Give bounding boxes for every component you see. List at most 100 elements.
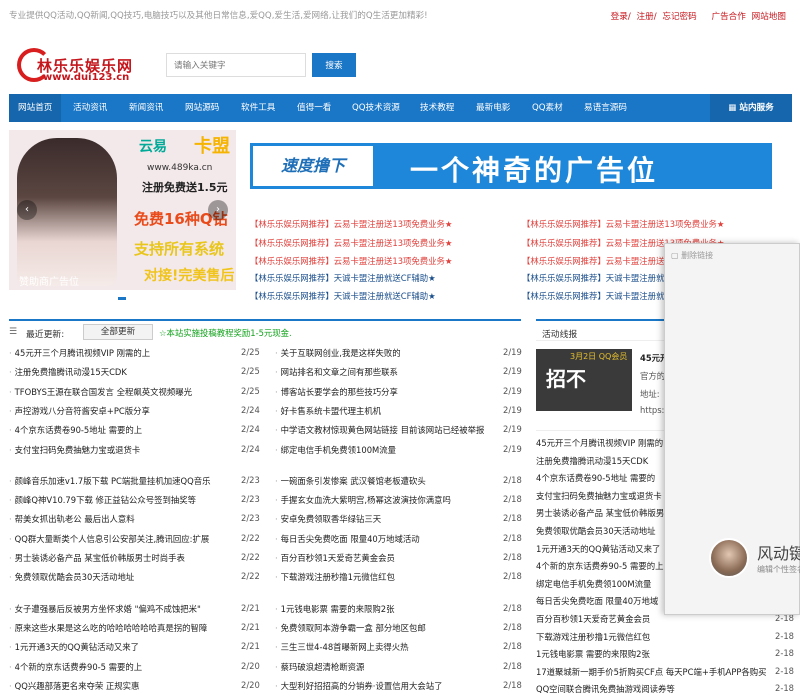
list-item[interactable]: · 绑定电信手机免费领100M流量 xyxy=(275,444,396,456)
list-item-title[interactable]: 大型利好招招高的分销券·设置信用大会站了 xyxy=(281,681,443,691)
side-list-item[interactable]: 45元开三个月腾讯视频VIP 刚需的 xyxy=(536,437,663,449)
nav-item-news[interactable]: 新闻资讯 xyxy=(129,94,163,122)
list-item-title[interactable]: 1元钱电影票 需要的来限购2张 xyxy=(281,604,395,614)
list-item-title[interactable]: 45元开三个月腾讯视频VIP 刚需的上 xyxy=(15,348,150,358)
list-item-title[interactable]: 绑定电信手机免费领100M流量 xyxy=(281,445,396,455)
list-item[interactable]: · 原来这些水果是这么吃的哈哈哈哈哈哈真是拐的智障 xyxy=(9,622,207,634)
promo-link[interactable]: 【林乐乐娱乐网推荐】天诚卡盟注册就送CF辅助★ xyxy=(250,290,436,302)
nav-item-activities[interactable]: 活动资讯 xyxy=(73,94,107,122)
list-item[interactable]: · 关于互联网创业,我是这样失败的 xyxy=(275,347,401,359)
list-item-title[interactable]: 女子遭强暴后反被男方坐怀求婚 "偏鸡不成蚀把米" xyxy=(15,604,201,614)
promo-link[interactable]: 【林乐乐娱乐网推荐】云易卡盟注册送13项免费业务★ xyxy=(250,255,452,267)
list-item-title[interactable]: 一碗面条引发惨案 武汉餐馆老板遭砍头 xyxy=(281,476,426,486)
side-list-item[interactable]: 免费领取优酷会员30天活动地址 xyxy=(536,525,656,537)
side-list-item[interactable]: 4个新的京东话费券90-5 需要的上 xyxy=(536,560,664,572)
list-item[interactable]: · 每日舌尖免费吃面 限量40万地域活动 xyxy=(275,533,420,545)
list-item[interactable]: · 4个京东话费卷90-5地址 需要的上 xyxy=(9,424,142,436)
nav-item-qq-material[interactable]: QQ素材 xyxy=(532,94,563,122)
list-item[interactable]: · 颜峰音乐加速v1.7版下载 PC端批量挂机加速QQ音乐 xyxy=(9,475,210,487)
slider-next-icon[interactable]: › xyxy=(208,200,228,220)
promo-link[interactable]: 【林乐乐娱乐网推荐】云易卡盟注册送13项免费业务★ xyxy=(250,218,452,230)
nav-item-worth[interactable]: 值得一看 xyxy=(297,94,331,122)
nav-item-home[interactable]: 网站首页 xyxy=(9,94,62,122)
list-item-title[interactable]: 蔡玛破浪超清枪断资源 xyxy=(281,662,365,672)
list-item[interactable]: · QQ兴趣部落更名来夺荣 正规实惠 xyxy=(9,680,139,692)
list-item[interactable]: · 三生三世4-48首曝新网上卖得火热 xyxy=(275,641,409,653)
list-item[interactable]: · 45元开三个月腾讯视频VIP 刚需的上 xyxy=(9,347,150,359)
list-item[interactable]: · 大型利好招招高的分销券·设置信用大会站了 xyxy=(275,680,442,692)
list-item-title[interactable]: 支付宝扫码免费抽魅力宝或退货卡 xyxy=(15,445,141,455)
list-item-title[interactable]: 帮美女抓出轨老公 最后出人意料 xyxy=(15,514,135,524)
list-item-title[interactable]: 中学语文教材惊现黄色网站链接 目前该网站已经被举报 xyxy=(281,425,485,435)
list-item-title[interactable]: 百分百秒领1天爱奇艺黄金会员 xyxy=(281,553,395,563)
nav-item-source[interactable]: 网站源码 xyxy=(185,94,219,122)
list-item-title[interactable]: 手握玄女血洗大紫明宫,杨幂这波演技你满意吗 xyxy=(281,495,451,505)
list-item-title[interactable]: 原来这些水果是这么吃的哈哈哈哈哈哈真是拐的智障 xyxy=(15,623,208,633)
list-item-title[interactable]: 好卡售系统卡盟代理主机机 xyxy=(281,406,382,416)
side-list-item[interactable]: 注册免费撸腾讯动漫15天CDK xyxy=(536,455,648,467)
nav-item-tools[interactable]: 软件工具 xyxy=(241,94,275,122)
list-item[interactable]: · 好卡售系统卡盟代理主机机 xyxy=(275,405,381,417)
list-item[interactable]: · 女子遭强暴后反被男方坐怀求婚 "偏鸡不成蚀把米" xyxy=(9,603,201,615)
list-item-title[interactable]: QQ群大量断类个人信息引公安部关注,腾讯回应:扩展 xyxy=(15,534,210,544)
list-item-title[interactable]: 注册免费撸腾讯动漫15天CDK xyxy=(15,367,127,377)
search-button[interactable]: 搜索 xyxy=(312,53,356,77)
list-item-title[interactable]: 4个新的京东话费券90-5 需要的上 xyxy=(15,662,143,672)
list-item[interactable]: · 手握玄女血洗大紫明宫,杨幂这波演技你满意吗 xyxy=(275,494,451,506)
list-item[interactable]: · 支付宝扫码免费抽魅力宝或退货卡 xyxy=(9,444,140,456)
site-service-button[interactable]: ▦ 站内服务 xyxy=(710,94,792,122)
list-item-title[interactable]: 免费领取阿本游争霸一盒 部分地区包邮 xyxy=(281,623,426,633)
forgot-password-link[interactable]: 忘记密码 xyxy=(662,12,696,22)
nav-item-e-source[interactable]: 易语言源码 xyxy=(584,94,627,122)
side-list-item[interactable]: 4个京东话费卷90-5地址 需要的 xyxy=(536,472,655,484)
ad-slider[interactable]: 云易 卡盟 www.489ka.cn 注册免费送1.5元 免费16种Q钻 支持所… xyxy=(9,130,236,290)
side-list-item[interactable]: 下载游戏注册秒撸1元微信红包 xyxy=(536,631,650,643)
list-item[interactable]: · 中学语文教材惊现黄色网站链接 目前该网站已经被举报 xyxy=(275,424,484,436)
side-thumbnail[interactable]: 3月2日 QQ会员 招不 xyxy=(536,349,632,411)
promo-link[interactable]: 【林乐乐娱乐网推荐】天诚卡盟注册就送CF辅助★ xyxy=(250,272,436,284)
list-item[interactable]: · 下载游戏注册秒撸1元微信红包 xyxy=(275,571,395,583)
list-item-title[interactable]: 声控游戏八分音符酱安卓+PC版分享 xyxy=(15,406,150,416)
list-item[interactable]: · 1元钱电影票 需要的来限购2张 xyxy=(275,603,395,615)
list-item-title[interactable]: 网站排名和文章之间有那些联系 xyxy=(281,367,398,377)
list-item[interactable]: · 网站排名和文章之间有那些联系 xyxy=(275,366,398,378)
site-logo[interactable]: 林乐乐娱乐网 www.dui123.cn xyxy=(17,46,147,90)
list-item[interactable]: · 一碗面条引发惨案 武汉餐馆老板遭砍头 xyxy=(275,475,426,487)
side-list-item[interactable]: 男士装诱必备产品 某宝低价韩版男 xyxy=(536,507,664,519)
list-item[interactable]: · TFOBYS王源在联合国发言 全程飙英文视频曝光 xyxy=(9,386,192,398)
list-item[interactable]: · 博客站长要学会的那些技巧分享 xyxy=(275,386,398,398)
list-item-title[interactable]: 每日舌尖免费吃面 限量40万地域活动 xyxy=(281,534,420,544)
ads-link[interactable]: 广告合作 xyxy=(711,12,745,22)
list-item[interactable]: · 免费领取阿本游争霸一盒 部分地区包邮 xyxy=(275,622,426,634)
side-list-item[interactable]: 1元钱电影票 需要的来限购2张 xyxy=(536,648,650,660)
login-link[interactable]: 登录 xyxy=(611,12,628,22)
nav-item-qq-tech[interactable]: QQ技术资源 xyxy=(352,94,400,122)
side-list-item[interactable]: QQ空间联合腾讯免费抽游戏阅读券等 xyxy=(536,683,675,695)
nav-item-movies[interactable]: 最新电影 xyxy=(476,94,510,122)
list-item-title[interactable]: QQ兴趣部落更名来夺荣 正规实惠 xyxy=(15,681,140,691)
register-link[interactable]: 注册 xyxy=(637,12,654,22)
list-item-title[interactable]: 博客站长要学会的那些技巧分享 xyxy=(281,387,398,397)
list-item[interactable]: · 4个新的京东话费券90-5 需要的上 xyxy=(9,661,142,673)
side-list-item[interactable]: 绑定电信手机免费领100M流量 xyxy=(536,578,651,590)
list-item[interactable]: · QQ群大量断类个人信息引公安部关注,腾讯回应:扩展 xyxy=(9,533,209,545)
list-item-title[interactable]: 男士装诱必备产品 某宝低价韩版男士时尚手表 xyxy=(15,553,185,563)
list-item-title[interactable]: 安卓免费领取香华绿钻三天 xyxy=(281,514,382,524)
search-input[interactable] xyxy=(166,53,306,77)
ad-banner[interactable]: 速度撸下 一个神奇的广告位 xyxy=(250,143,772,189)
list-item[interactable]: · 1元开通3天的QQ黄钻活动又来了 xyxy=(9,641,139,653)
list-item[interactable]: · 安卓免费领取香华绿钻三天 xyxy=(275,513,381,525)
list-item[interactable]: · 蔡玛破浪超清枪断资源 xyxy=(275,661,364,673)
list-item[interactable]: · 帮美女抓出轨老公 最后出人意料 xyxy=(9,513,135,525)
delete-link-text[interactable]: ▢ 删除链接 xyxy=(671,250,713,261)
list-item[interactable]: · 颜峰Q神V10.79下载 修正益钻公众号签到抽奖等 xyxy=(9,494,196,506)
side-list-item[interactable]: 17道聚城新一期手价5折购买CF点 每天PC端+手机APP各购买 xyxy=(536,666,767,678)
slider-indicator[interactable] xyxy=(118,297,126,300)
slider-prev-icon[interactable]: ‹ xyxy=(17,200,37,220)
side-list-item[interactable]: 百分百秒领1天爱奇艺黄金会员 xyxy=(536,613,650,625)
promo-link[interactable]: 【林乐乐娱乐网推荐】云易卡盟注册送13项免费业务★ xyxy=(250,237,452,249)
list-item-title[interactable]: 下载游戏注册秒撸1元微信红包 xyxy=(281,572,395,582)
list-item-title[interactable]: 1元开通3天的QQ黄钻活动又来了 xyxy=(15,642,139,652)
list-item-title[interactable]: TFOBYS王源在联合国发言 全程飙英文视频曝光 xyxy=(15,387,192,397)
list-item-title[interactable]: 颜峰Q神V10.79下载 修正益钻公众号签到抽奖等 xyxy=(15,495,196,505)
